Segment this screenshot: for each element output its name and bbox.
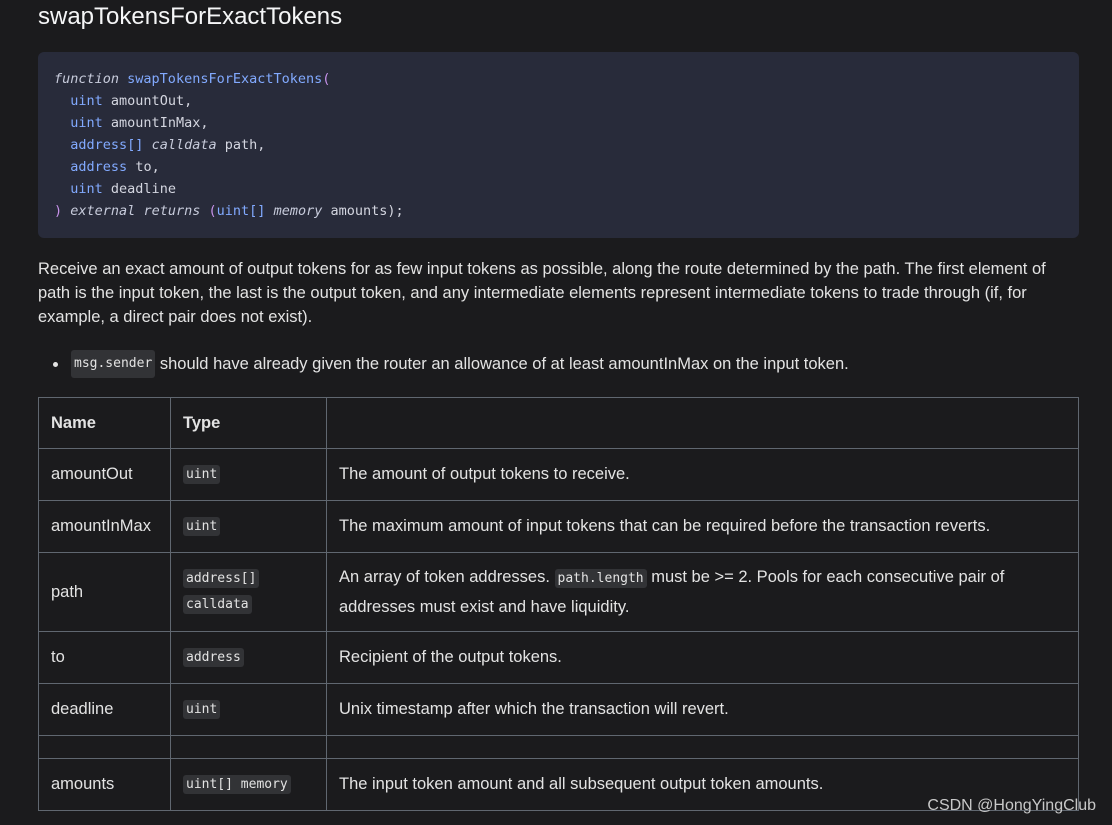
inline-code: path.length <box>554 569 647 588</box>
param-type: uint[] memory <box>183 774 291 794</box>
code-function-name: swapTokensForExactTokens <box>127 71 323 87</box>
code-param-name: to, <box>135 159 160 175</box>
param-description: The maximum amount of input tokens that … <box>326 500 1079 553</box>
param-type-line2: calldata <box>183 595 252 614</box>
code-block: function swapTokensForExactTokens( uint … <box>38 52 1079 238</box>
code-return-name: amounts); <box>330 203 404 219</box>
param-type-cell: uint <box>170 683 327 736</box>
code-param-type: uint <box>70 181 103 197</box>
table-row: amountOut uint The amount of output toke… <box>38 448 1079 501</box>
watermark: CSDN @HongYingClub <box>927 797 1096 814</box>
header-description <box>326 397 1079 449</box>
param-type-cell: uint[] memory <box>170 758 327 811</box>
param-description-cell: An array of token addresses. path.length… <box>326 552 1079 632</box>
param-description: Unix timestamp after which the transacti… <box>326 683 1079 736</box>
param-type-cell: uint <box>170 448 327 501</box>
requirement-text: should have already given the router an … <box>155 355 849 373</box>
param-description-pre: An array of token addresses. <box>339 568 555 586</box>
code-param-name: amountOut, <box>110 93 193 109</box>
code-return-memory: memory <box>273 203 323 219</box>
header-type: Type <box>170 397 327 449</box>
code-line-param: uint amountOut, <box>54 90 1063 112</box>
table-row: to address Recipient of the output token… <box>38 631 1079 684</box>
table-row: path address[] calldata An array of token… <box>38 552 1079 632</box>
code-line-signature: function swapTokensForExactTokens( <box>54 68 1063 90</box>
param-name: amountOut <box>38 448 171 501</box>
code-return-open-paren: ( <box>208 203 217 219</box>
param-type-cell: address[] calldata <box>170 552 327 632</box>
code-line-returns: ) external returns (uint[] memory amount… <box>54 200 1063 222</box>
code-line-param: uint deadline <box>54 178 1063 200</box>
bullet-dot <box>53 361 58 367</box>
header-name: Name <box>38 397 171 449</box>
page-title: swapTokensForExactTokens <box>38 3 343 30</box>
param-description: Recipient of the output tokens. <box>326 631 1079 684</box>
code-keyword-function: function <box>54 71 120 87</box>
code-param-type: uint <box>70 93 103 109</box>
table-row: deadline uint Unix timestamp after which… <box>38 683 1079 736</box>
inline-code: msg.sender <box>71 350 156 378</box>
code-keyword-returns: returns <box>143 203 201 219</box>
param-description: The amount of output tokens to receive. <box>326 448 1079 501</box>
code-line-param: address[] calldata path, <box>54 134 1063 156</box>
table-header-row: Name Type <box>38 397 1079 449</box>
table-row: amountInMax uint The maximum amount of i… <box>38 500 1079 553</box>
page: swapTokensForExactTokens function swapTo… <box>0 0 1112 825</box>
param-type: address <box>183 647 244 667</box>
param-name: deadline <box>38 683 171 736</box>
empty-cell <box>326 735 1079 759</box>
param-type: uint <box>183 699 221 719</box>
param-name: amountInMax <box>38 500 171 553</box>
param-type-line1: address[] <box>183 569 260 588</box>
parameters-table: Name Type amountOut uint The amount of o… <box>38 397 1079 811</box>
param-name: amounts <box>38 758 171 811</box>
table-row: amounts uint[] memory The input token am… <box>38 758 1079 811</box>
code-line-param: uint amountInMax, <box>54 112 1063 134</box>
function-description: Receive an exact amount of output tokens… <box>38 260 1046 326</box>
code-param-name: amountInMax, <box>110 115 209 131</box>
param-type-cell: address <box>170 631 327 684</box>
param-type: uint <box>183 464 221 484</box>
code-close-paren: ) <box>54 203 63 219</box>
code-param-type: uint <box>70 115 103 131</box>
param-name: to <box>38 631 171 684</box>
param-type: uint <box>183 516 221 536</box>
code-param-modifier: calldata <box>151 137 217 153</box>
code-line-param: address to, <box>54 156 1063 178</box>
empty-cell <box>38 735 171 759</box>
param-name: path <box>38 552 171 632</box>
code-param-type: address[] <box>70 137 144 153</box>
code-return-type: uint[] <box>216 203 266 219</box>
empty-cell <box>170 735 327 759</box>
code-param-type: address <box>70 159 128 175</box>
param-type-cell: uint <box>170 500 327 553</box>
code-open-paren: ( <box>322 71 331 87</box>
table-spacer-row <box>38 735 1079 759</box>
requirement-list-item: msg.sender should have already given the… <box>38 350 849 378</box>
code-param-name: deadline <box>110 181 176 197</box>
code-keyword-external: external <box>70 203 136 219</box>
code-param-name: path, <box>224 137 266 153</box>
